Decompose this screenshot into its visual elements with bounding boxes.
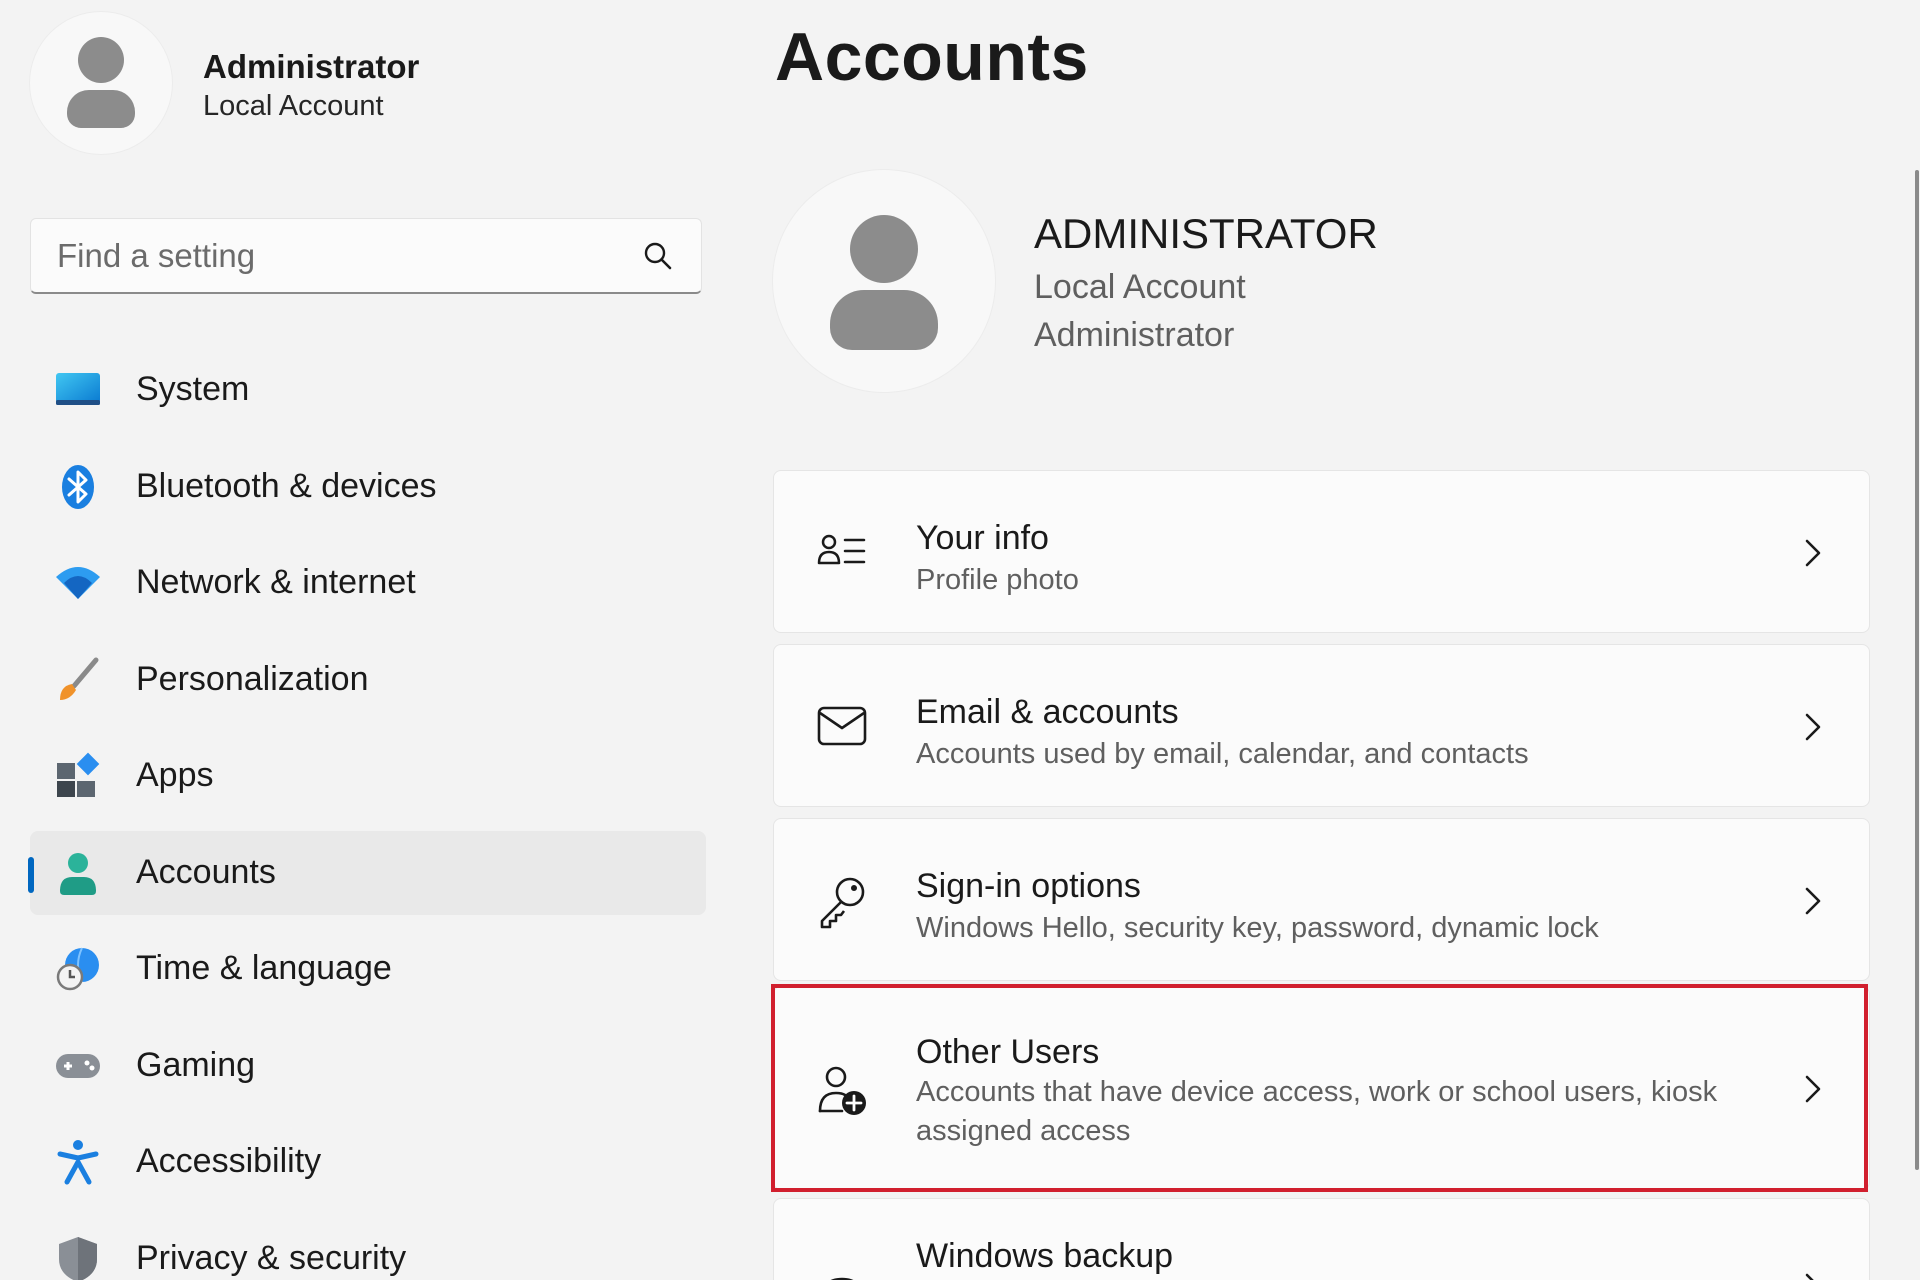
wifi-icon [56, 567, 100, 599]
sidebar-item-personalization[interactable]: Personalization [30, 638, 706, 722]
profile-avatar [773, 170, 995, 392]
card-description: Accounts that have device access, work o… [916, 1076, 1718, 1147]
avatar [30, 12, 172, 154]
card-description: Windows Hello, security key, password, d… [916, 912, 1599, 944]
key-icon [820, 877, 865, 929]
globe-clock-icon [56, 947, 99, 991]
sidebar-item-time-language[interactable]: Time & language [30, 927, 706, 1011]
gamepad-icon [56, 1053, 100, 1078]
person-icon [60, 852, 96, 895]
chevron-right-icon [1805, 539, 1821, 567]
card-title: Your info [916, 519, 1049, 557]
sidebar-item-label: Bluetooth & devices [136, 466, 437, 505]
sidebar-item-accessibility[interactable]: Accessibility [30, 1120, 706, 1204]
chevron-right-icon [1805, 713, 1821, 741]
avatar-head [78, 37, 124, 83]
profile-role: Administrator [1034, 316, 1235, 354]
card-title: Sign-in options [916, 867, 1141, 905]
sidebar-item-label: Personalization [136, 659, 369, 698]
sidebar-item-label: Network & internet [136, 563, 416, 601]
person-list-icon [817, 534, 866, 565]
person-add-icon [818, 1066, 866, 1115]
card-description: Accounts used by email, calendar, and co… [916, 738, 1529, 770]
sidebar-item-privacy-security[interactable]: Privacy & security [30, 1217, 706, 1280]
sidebar: Administrator Local Account System [0, 0, 740, 1280]
search-box[interactable] [30, 218, 702, 294]
sidebar-item-label: Accounts [136, 852, 276, 891]
apps-icon [57, 752, 100, 797]
avatar-body [830, 290, 938, 350]
sidebar-item-bluetooth[interactable]: Bluetooth & devices [30, 445, 706, 529]
profile-account-type: Local Account [1034, 268, 1246, 306]
card-other-users[interactable]: Other Users Accounts that have device ac… [773, 986, 1870, 1190]
card-description: Profile photo [916, 564, 1079, 596]
monitor-icon [56, 373, 100, 405]
profile-name: ADMINISTRATOR [1034, 210, 1378, 257]
sidebar-item-label: Gaming [136, 1045, 256, 1084]
card-title: Windows backup [916, 1237, 1174, 1275]
selected-indicator [28, 856, 34, 893]
card-sign-in-options[interactable]: Sign-in options Windows Hello, security … [773, 818, 1870, 981]
scrollbar[interactable] [1915, 170, 1919, 1170]
accessibility-icon [57, 1140, 99, 1185]
sidebar-item-network[interactable]: Network & internet [30, 541, 706, 625]
sidebar-nav: System Bluetooth & devices Network & int… [28, 348, 706, 1280]
settings-window: Administrator Local Account System [0, 0, 1920, 1280]
chevron-right-icon [1805, 1075, 1821, 1103]
chevron-right-icon [1805, 887, 1821, 915]
sidebar-item-label: Apps [136, 756, 214, 794]
card-windows-backup[interactable]: Windows backup [773, 1198, 1870, 1280]
bluetooth-icon [62, 464, 94, 509]
avatar-body [67, 90, 135, 128]
sidebar-item-system[interactable]: System [30, 348, 706, 432]
card-title: Other Users [916, 1033, 1100, 1071]
sidebar-item-accounts[interactable]: Accounts [28, 830, 706, 915]
paintbrush-icon [60, 657, 99, 700]
search-input[interactable] [55, 219, 619, 293]
shield-icon [59, 1236, 97, 1280]
backup-icon [830, 1277, 854, 1280]
page-title: Accounts [775, 19, 1089, 95]
sidebar-item-label: Accessibility [136, 1142, 322, 1180]
sidebar-item-gaming[interactable]: Gaming [30, 1024, 706, 1108]
search-icon[interactable] [643, 241, 673, 271]
sidebar-item-label: Time & language [136, 949, 392, 987]
sidebar-item-label: Privacy & security [136, 1238, 407, 1277]
chevron-right-icon [1805, 1273, 1814, 1280]
card-your-info[interactable]: Your info Profile photo [773, 470, 1870, 633]
avatar-head [850, 215, 918, 283]
card-title: Email & accounts [916, 693, 1179, 731]
mail-icon [817, 706, 867, 746]
user-account-type: Local Account [203, 90, 384, 122]
sidebar-item-apps[interactable]: Apps [30, 734, 706, 818]
card-email-accounts[interactable]: Email & accounts Accounts used by email,… [773, 644, 1870, 807]
user-name: Administrator [203, 48, 420, 85]
sidebar-item-label: System [136, 370, 250, 408]
